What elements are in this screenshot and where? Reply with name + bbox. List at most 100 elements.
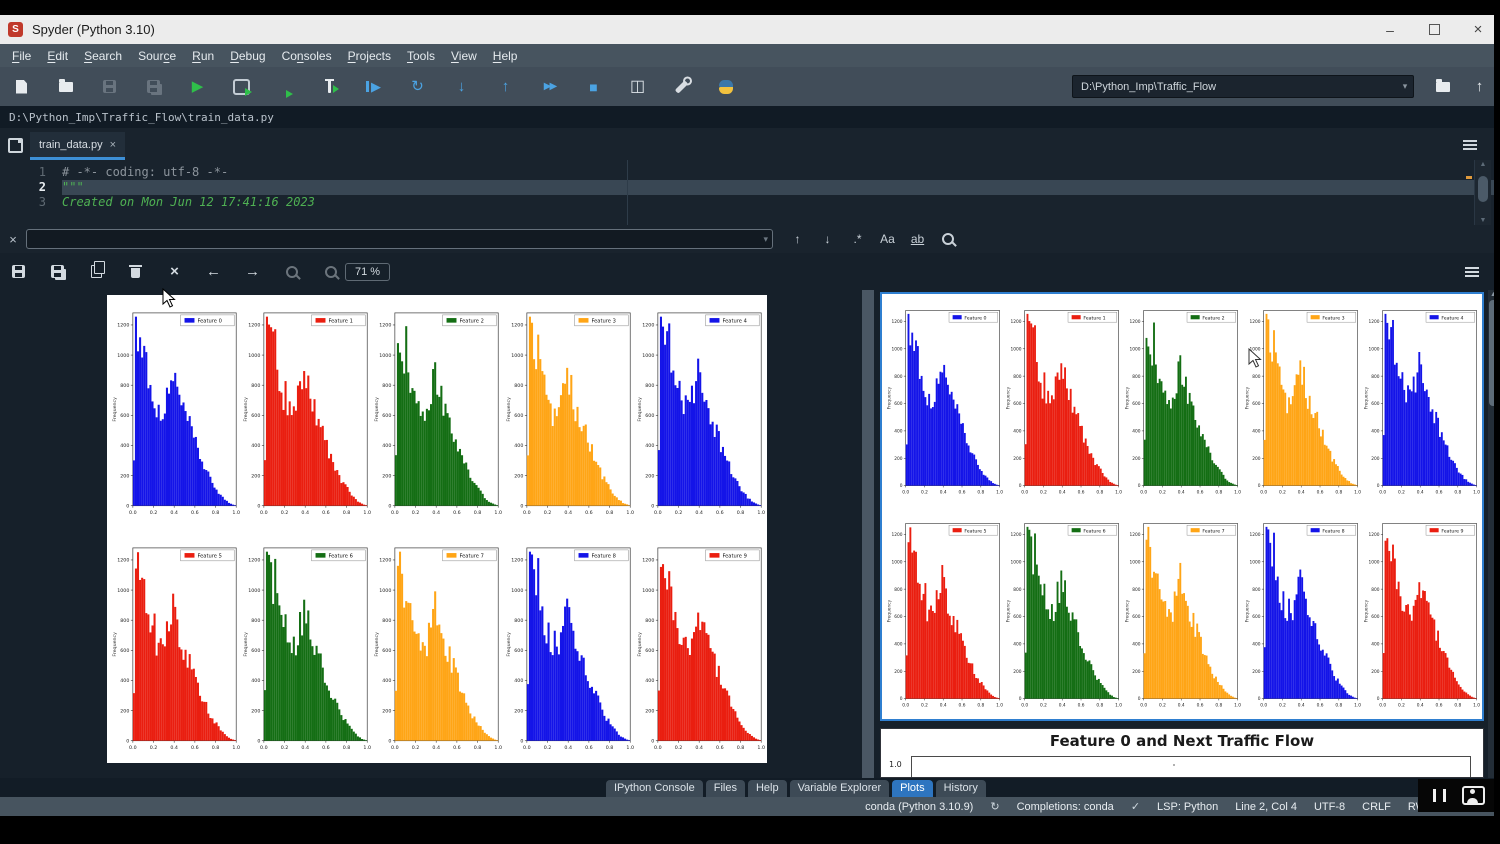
svg-text:Feature 9: Feature 9 (1441, 528, 1463, 534)
svg-text:0.4: 0.4 (695, 745, 703, 751)
code-editor[interactable]: 1# -*- coding: utf-8 -*-2"""3Created on … (0, 160, 1500, 225)
copy-plot-icon[interactable] (88, 263, 105, 280)
pane-tab-plots[interactable]: Plots (892, 780, 932, 797)
run-file-icon[interactable]: ▶ (189, 78, 206, 95)
run-to-line-icon[interactable]: ▶ (365, 78, 382, 95)
save-all-icon[interactable] (145, 78, 162, 95)
find-previous-icon[interactable]: ↑ (789, 231, 806, 248)
plots-options-button[interactable] (1463, 263, 1480, 280)
svg-text:400: 400 (251, 678, 260, 684)
menu-source[interactable]: Source (130, 47, 184, 65)
editor-scrollbar-thumb[interactable] (1478, 176, 1488, 202)
run-cell-advance-icon[interactable] (277, 78, 294, 95)
search-input[interactable]: ▾ (26, 229, 773, 249)
menu-run[interactable]: Run (184, 47, 222, 65)
editor-scrollbar[interactable]: ▲ ▼ (1474, 160, 1491, 225)
scroll-down-icon[interactable]: ▼ (1475, 217, 1491, 224)
previous-plot-icon[interactable]: ← (205, 263, 222, 280)
thumbnail-histogram-grid-selected[interactable]: 0200400600800100012000.00.20.40.60.81.0F… (880, 292, 1484, 721)
menu-tools[interactable]: Tools (399, 47, 443, 65)
remove-plot-icon[interactable] (127, 263, 144, 280)
code-line-2[interactable]: 2""" (0, 180, 1500, 195)
svg-text:0.2: 0.2 (921, 702, 928, 708)
minimize-button[interactable]: – (1368, 15, 1412, 44)
menu-consoles[interactable]: Consoles (274, 47, 340, 65)
menu-view[interactable]: View (443, 47, 485, 65)
save-icon[interactable] (101, 78, 118, 95)
svg-text:0.2: 0.2 (281, 510, 289, 516)
svg-text:1200: 1200 (117, 323, 129, 329)
rerun-cell-icon[interactable]: ↻ (409, 78, 426, 95)
case-sensitive-icon[interactable]: Aa (879, 231, 896, 248)
next-plot-icon[interactable]: → (244, 263, 261, 280)
stop-icon[interactable]: ■ (585, 78, 602, 95)
python-environment-icon[interactable] (717, 78, 734, 95)
whole-words-icon[interactable]: ab (909, 231, 926, 248)
code-line-1[interactable]: 1# -*- coding: utf-8 -*- (0, 165, 1500, 180)
zoom-out-icon[interactable] (322, 263, 339, 280)
maximize-pane-icon[interactable]: ◫ (629, 78, 646, 95)
run-cell-icon[interactable] (233, 78, 250, 95)
svg-text:0.2: 0.2 (412, 510, 420, 516)
svg-text:Frequency: Frequency (243, 631, 249, 656)
subplot-feature-6: 0200400600800100012000.00.20.40.60.81.0F… (240, 532, 371, 767)
save-all-plots-icon[interactable] (49, 263, 66, 280)
save-plot-icon[interactable] (10, 263, 27, 280)
svg-text:400: 400 (894, 429, 903, 435)
svg-text:0.2: 0.2 (281, 745, 289, 751)
menu-edit[interactable]: Edit (39, 47, 76, 65)
open-file-icon[interactable] (57, 78, 74, 95)
menu-projects[interactable]: Projects (340, 47, 399, 65)
browse-directory-button[interactable] (1434, 78, 1451, 95)
parent-directory-button[interactable]: ↑ (1471, 78, 1488, 95)
svg-text:Frequency: Frequency (1006, 386, 1012, 409)
new-file-icon[interactable] (13, 78, 30, 95)
pause-icon[interactable] (1433, 789, 1446, 802)
menu-debug[interactable]: Debug (222, 47, 273, 65)
preferences-wrench-icon[interactable] (673, 78, 690, 95)
run-selection-icon[interactable] (321, 78, 338, 95)
menu-help[interactable]: Help (485, 47, 526, 65)
pane-tab-help[interactable]: Help (748, 780, 787, 797)
pane-tab-variable-explorer[interactable]: Variable Explorer (790, 780, 890, 797)
svg-text:200: 200 (251, 473, 260, 479)
remove-all-plots-icon[interactable]: × (166, 263, 183, 280)
menu-file[interactable]: File (4, 47, 39, 65)
svg-text:800: 800 (1252, 374, 1261, 380)
restore-button[interactable] (1412, 15, 1456, 44)
search-magnifier-icon[interactable] (939, 231, 956, 248)
scroll-up-icon[interactable]: ▲ (1475, 161, 1491, 168)
chevron-down-icon[interactable]: ▾ (1397, 81, 1413, 92)
zoom-in-icon[interactable] (283, 263, 300, 280)
subplot-feature-2: 0200400600800100012000.00.20.40.60.81.0F… (371, 297, 502, 532)
working-directory-combobox[interactable]: D:\Python_Imp\Traffic_Flow ▾ (1072, 75, 1414, 98)
step-into-icon: ↓ (458, 79, 466, 94)
regex-icon[interactable]: .* (849, 231, 866, 248)
whole-words-icon: ab (911, 233, 924, 245)
tab-train-data-py[interactable]: train_data.py × (30, 132, 125, 160)
chevron-down-icon[interactable]: ▾ (763, 234, 772, 245)
svg-text:0.2: 0.2 (1398, 702, 1405, 708)
svg-text:0.0: 0.0 (902, 702, 909, 708)
pane-splitter[interactable] (862, 290, 874, 778)
pane-tab-history[interactable]: History (936, 780, 986, 797)
pane-tab-files[interactable]: Files (706, 780, 745, 797)
find-next-icon[interactable]: ↓ (819, 231, 836, 248)
webcam-person-icon[interactable] (1462, 786, 1485, 805)
browse-tabs-button[interactable] (0, 132, 30, 158)
code-line-3[interactable]: 3Created on Mon Jun 12 17:41:16 2023 (0, 195, 1500, 210)
pane-tab-ipython-console[interactable]: IPython Console (606, 780, 703, 797)
scrollbar-change-marker (1466, 176, 1472, 179)
zoom-level-indicator[interactable]: 71 % (345, 263, 390, 281)
step-into-icon[interactable]: ↓ (453, 78, 470, 95)
step-return-icon[interactable]: ↑ (497, 78, 514, 95)
editor-options-button[interactable] (1461, 136, 1478, 153)
close-find-button[interactable]: × (0, 232, 26, 247)
svg-text:Frequency: Frequency (886, 600, 892, 623)
svg-text:1.0: 1.0 (757, 510, 765, 516)
menu-search[interactable]: Search (76, 47, 130, 65)
continue-icon[interactable]: ▶▶ (541, 78, 558, 95)
close-tab-icon[interactable]: × (110, 139, 116, 151)
thumbnail-next-traffic-flow[interactable]: Feature 0 and Next Traffic Flow 1.0 (880, 728, 1484, 778)
svg-text:0.6: 0.6 (1078, 489, 1085, 495)
